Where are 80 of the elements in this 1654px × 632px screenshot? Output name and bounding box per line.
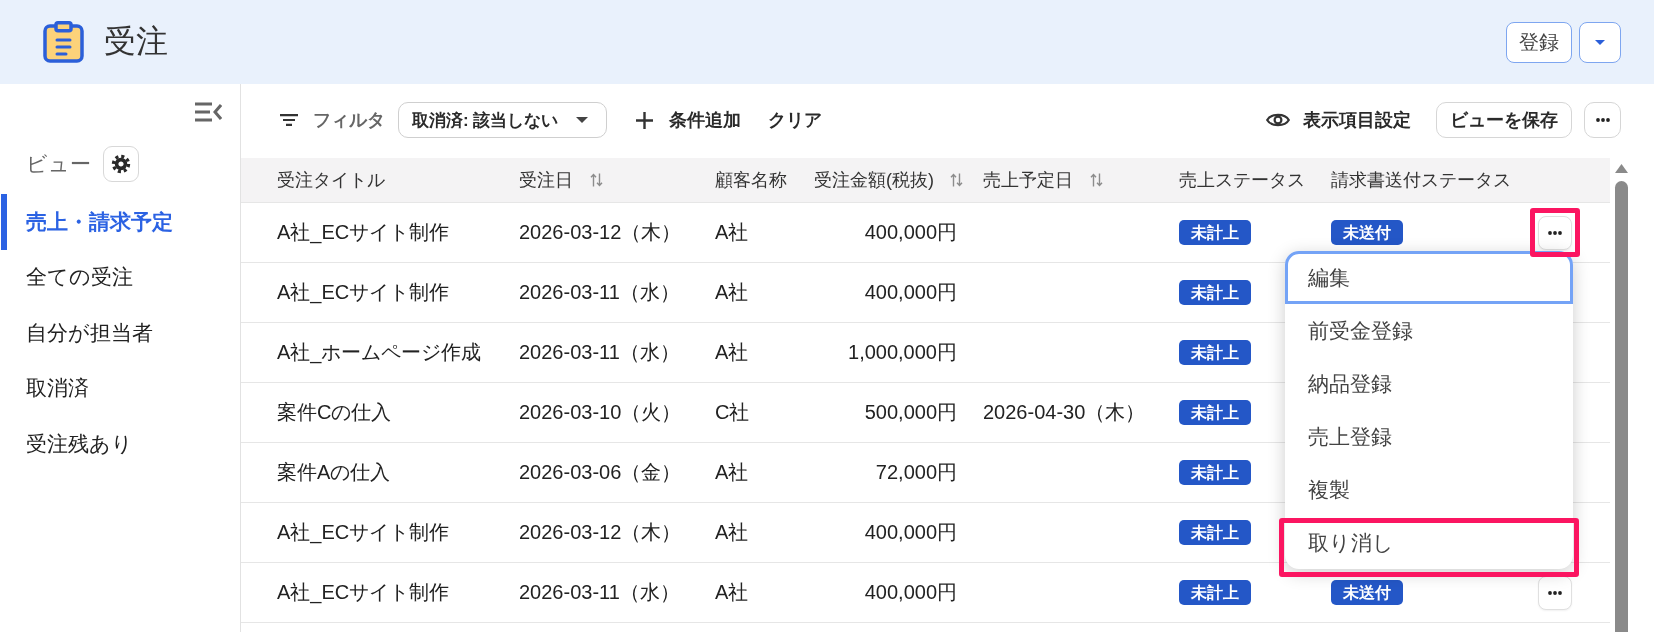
menu-item[interactable]: 編集	[1285, 251, 1573, 304]
status-badge: 未計上	[1179, 220, 1251, 245]
sort-icon[interactable]	[590, 173, 603, 187]
column-header: 受注タイトル	[276, 169, 386, 192]
more-button[interactable]	[1584, 102, 1621, 138]
table-cell-text: A社_ホームページ作成	[276, 340, 483, 366]
more-icon	[1548, 230, 1562, 235]
caret-icon	[576, 117, 589, 123]
column-header: 売上ステータス	[1178, 169, 1306, 192]
column-settings-button[interactable]: 表示項目設定	[1266, 108, 1411, 132]
table-cell-text: 案件Cの仕入	[276, 400, 393, 425]
clipboard-icon	[43, 21, 84, 63]
add-condition-button[interactable]: 条件追加	[636, 108, 742, 132]
eye-icon	[1266, 111, 1290, 129]
views-heading: ビュー	[26, 150, 91, 177]
collapse-sidebar-icon[interactable]	[195, 102, 222, 122]
more-icon	[1595, 118, 1610, 122]
row-actions-button[interactable]	[1538, 215, 1572, 250]
scrollbar-thumb[interactable]	[1615, 181, 1628, 632]
table-cell-text: 2026-03-11（水）	[518, 580, 681, 605]
column-header: 請求書送付ステータス	[1330, 169, 1512, 192]
sort-icon[interactable]	[1090, 173, 1103, 187]
status-badge: 未計上	[1179, 580, 1251, 605]
table-cell-text: 400,000円	[863, 520, 958, 545]
table-cell-text: 400,000円	[863, 220, 958, 245]
table-cell-text: A社	[714, 220, 750, 245]
column-header: 顧客名称	[714, 169, 788, 192]
table-cell-text: A社_ECサイト制作	[276, 280, 451, 306]
table-cell-text: 1,000,000円	[847, 340, 958, 365]
table-cell-text: 2026-03-06（金）	[518, 460, 683, 485]
sidebar-item[interactable]: 取消済	[1, 360, 240, 416]
table-cell-text: C社	[714, 400, 751, 425]
table-cell-text: 2026-04-30（木）	[982, 400, 1147, 425]
table-cell-text: 案件Aの仕入	[276, 460, 392, 485]
status-badge: 未送付	[1331, 580, 1403, 605]
column-header[interactable]: 売上予定日	[969, 168, 1165, 192]
sidebar-item[interactable]: 受注残あり	[1, 416, 240, 472]
table-cell-text: 400,000円	[863, 280, 958, 305]
status-badge: 未計上	[1179, 280, 1251, 305]
table-cell-text: 400,000円	[863, 580, 958, 605]
table-cell-text: 2026-03-11（水）	[518, 280, 681, 305]
table-cell-text: A社	[714, 520, 750, 545]
caret-icon	[1595, 39, 1605, 45]
table-cell-text: 2026-03-12（木）	[518, 220, 683, 245]
table-cell-text: A社_ECサイト制作	[276, 580, 451, 606]
filter-button[interactable]: フィルタ	[280, 108, 385, 132]
column-header[interactable]: 受注金額(税抜)	[790, 168, 969, 192]
settings-icon	[111, 153, 131, 174]
status-badge: 未計上	[1179, 520, 1251, 545]
sidebar-item[interactable]: 全ての受注	[1, 249, 240, 305]
clear-button[interactable]: クリア	[768, 108, 823, 132]
table-cell-text: A社	[714, 280, 750, 305]
register-button[interactable]: 登録	[1506, 21, 1572, 63]
table-cell-text: A社	[714, 580, 750, 605]
status-badge: 未計上	[1179, 400, 1251, 425]
table-cell-text: 2026-03-11（水）	[518, 340, 681, 365]
table-cell-text: 2026-03-10（火）	[518, 400, 683, 425]
status-badge: 未計上	[1179, 340, 1251, 365]
sort-icon[interactable]	[950, 173, 963, 187]
table-cell-text: 2026-03-12（木）	[518, 520, 683, 545]
table-cell-text: 500,000円	[863, 400, 958, 425]
row-actions-button[interactable]	[1538, 575, 1572, 610]
table-cell-text: A社	[714, 460, 750, 485]
sidebar-item[interactable]: 自分が担当者	[1, 305, 240, 361]
plus-icon	[636, 111, 654, 129]
filter-icon	[280, 114, 298, 126]
table-cell-text: A社_ECサイト制作	[276, 520, 451, 546]
filter-chip[interactable]: 取消済: 該当しない	[398, 102, 608, 138]
table-cell-text: 72,000円	[874, 460, 958, 485]
more-icon	[1548, 590, 1562, 595]
save-view-button[interactable]: ビューを保存	[1436, 102, 1572, 138]
status-badge: 未計上	[1179, 460, 1251, 485]
view-settings-button[interactable]	[103, 145, 139, 182]
status-badge: 未送付	[1331, 220, 1403, 245]
dropdown-button[interactable]	[1579, 21, 1621, 63]
column-header[interactable]: 受注日	[505, 168, 701, 192]
table-cell-text: A社_ECサイト制作	[276, 220, 451, 246]
table-cell-text: A社	[714, 340, 750, 365]
page-title: 受注	[104, 22, 168, 61]
scroll-up-icon[interactable]	[1615, 164, 1628, 173]
